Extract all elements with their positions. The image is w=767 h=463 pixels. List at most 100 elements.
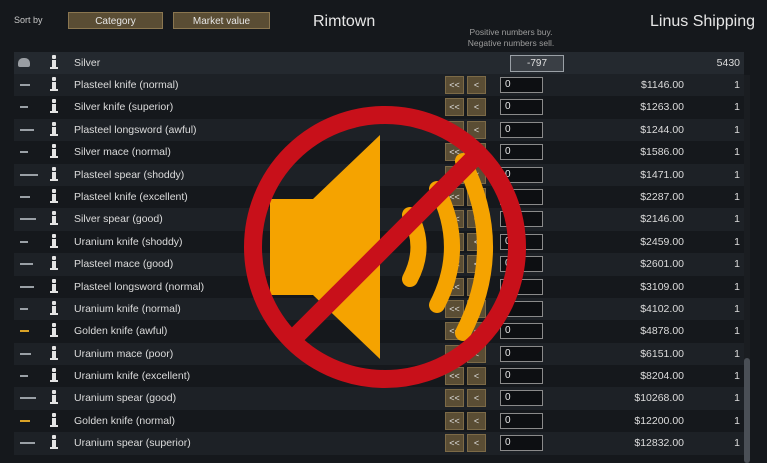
info-icon[interactable] <box>50 368 58 384</box>
sell-all-button[interactable]: << <box>445 255 464 274</box>
quantity-field[interactable]: 0 <box>500 233 543 250</box>
colony-name: Rimtown <box>313 13 376 30</box>
info-icon[interactable] <box>50 256 58 272</box>
sell-one-button[interactable]: < <box>467 143 486 162</box>
sell-one-button[interactable]: < <box>467 277 486 296</box>
sell-one-button[interactable]: < <box>467 367 486 386</box>
quantity-field[interactable]: 0 <box>500 368 543 385</box>
table-row: Plasteel longsword (awful) << < 0 $1244.… <box>14 118 744 142</box>
sell-one-button[interactable]: < <box>467 165 486 184</box>
quantity-field[interactable]: 0 <box>500 435 543 452</box>
sell-one-button[interactable]: < <box>467 187 486 206</box>
info-icon[interactable] <box>50 345 58 362</box>
weapon-icon <box>20 330 29 333</box>
silver-balance: -797 <box>510 55 564 72</box>
item-count: 1 <box>734 235 740 248</box>
table-row: Golden knife (awful) << < 0 $4878.00 1 <box>14 320 744 342</box>
sell-all-button[interactable]: << <box>445 232 464 251</box>
sell-all-button[interactable]: << <box>445 277 464 296</box>
item-price: $12832.00 <box>634 437 684 450</box>
quantity-field[interactable]: 0 <box>500 256 543 273</box>
sell-one-button[interactable]: < <box>467 210 486 229</box>
weapon-icon <box>20 151 28 154</box>
quantity-field[interactable]: 0 <box>500 77 543 93</box>
item-count: 1 <box>734 325 740 338</box>
sell-one-button[interactable]: < <box>467 299 486 318</box>
sell-all-button[interactable]: << <box>445 367 464 386</box>
info-icon[interactable] <box>50 278 58 295</box>
info-icon[interactable] <box>50 77 58 93</box>
info-icon[interactable] <box>50 99 58 115</box>
sort-category-button[interactable]: Category <box>68 12 163 29</box>
item-list: Plasteel knife (normal) << < 0 $1146.00 … <box>14 74 744 455</box>
info-icon[interactable] <box>50 435 58 451</box>
info-icon[interactable] <box>50 233 58 250</box>
sell-all-button[interactable]: << <box>445 411 464 430</box>
sell-all-button[interactable]: << <box>445 322 464 341</box>
info-icon[interactable] <box>50 121 58 138</box>
item-name: Uranium spear (superior) <box>74 437 191 450</box>
item-price: $3109.00 <box>640 280 684 293</box>
sell-one-button[interactable]: < <box>467 434 486 453</box>
quantity-field[interactable]: 0 <box>500 99 543 116</box>
item-count: 1 <box>734 79 740 91</box>
item-count: 1 <box>734 168 740 181</box>
table-row: Plasteel knife (normal) << < 0 $1146.00 … <box>14 74 744 97</box>
info-icon[interactable] <box>50 188 58 205</box>
quantity-field[interactable]: 0 <box>500 390 543 407</box>
sell-all-button[interactable]: << <box>445 120 464 139</box>
quantity-field[interactable]: 0 <box>500 188 543 205</box>
sell-one-button[interactable]: < <box>467 389 486 408</box>
item-price: $2601.00 <box>640 258 684 271</box>
info-icon[interactable] <box>50 323 58 339</box>
sell-all-button[interactable]: << <box>445 76 464 94</box>
item-name: Uranium knife (normal) <box>74 302 181 315</box>
sell-all-button[interactable]: << <box>445 98 464 117</box>
weapon-icon <box>20 106 28 109</box>
quantity-field[interactable]: 0 <box>500 345 543 362</box>
sell-all-button[interactable]: << <box>445 165 464 184</box>
sell-all-button[interactable]: << <box>445 299 464 318</box>
item-name: Uranium knife (shoddy) <box>74 235 183 248</box>
quantity-field[interactable]: 0 <box>500 211 543 228</box>
info-icon[interactable] <box>50 211 58 227</box>
quantity-field[interactable]: 0 <box>500 300 543 317</box>
sell-one-button[interactable]: < <box>467 322 486 341</box>
table-row: Uranium spear (good) << < 0 $10268.00 1 <box>14 387 744 410</box>
quantity-field[interactable]: 0 <box>500 144 543 161</box>
item-count: 1 <box>734 370 740 383</box>
sell-all-button[interactable]: << <box>445 434 464 453</box>
item-count: 1 <box>734 123 740 136</box>
sort-market-value-button[interactable]: Market value <box>173 12 270 29</box>
item-price: $4102.00 <box>640 302 684 315</box>
sell-one-button[interactable]: < <box>467 255 486 274</box>
info-icon[interactable] <box>50 55 58 71</box>
sell-one-button[interactable]: < <box>467 344 486 363</box>
sell-one-button[interactable]: < <box>467 120 486 139</box>
info-icon[interactable] <box>50 300 58 317</box>
info-icon[interactable] <box>50 390 58 406</box>
info-icon[interactable] <box>50 412 58 429</box>
sell-one-button[interactable]: < <box>467 232 486 251</box>
info-icon[interactable] <box>50 144 58 160</box>
sell-one-button[interactable]: < <box>467 411 486 430</box>
sell-all-button[interactable]: << <box>445 389 464 408</box>
sell-all-button[interactable]: << <box>445 143 464 162</box>
info-icon[interactable] <box>50 166 58 183</box>
item-price: $8204.00 <box>640 370 684 383</box>
scrollbar[interactable] <box>744 75 750 463</box>
quantity-field[interactable]: 0 <box>500 323 543 340</box>
sell-all-button[interactable]: << <box>445 187 464 206</box>
quantity-field[interactable]: 0 <box>500 412 543 429</box>
sell-one-button[interactable]: < <box>467 98 486 117</box>
sell-one-button[interactable]: < <box>467 76 486 94</box>
quantity-field[interactable]: 0 <box>500 166 543 183</box>
sell-all-button[interactable]: << <box>445 210 464 229</box>
item-price: $12200.00 <box>634 414 684 427</box>
item-price: $2146.00 <box>640 213 684 226</box>
quantity-field[interactable]: 0 <box>500 278 543 295</box>
table-row: Silver knife (superior) << < 0 $1263.00 … <box>14 96 744 118</box>
quantity-field[interactable]: 0 <box>500 121 543 138</box>
scroll-thumb[interactable] <box>744 358 750 463</box>
sell-all-button[interactable]: << <box>445 344 464 363</box>
